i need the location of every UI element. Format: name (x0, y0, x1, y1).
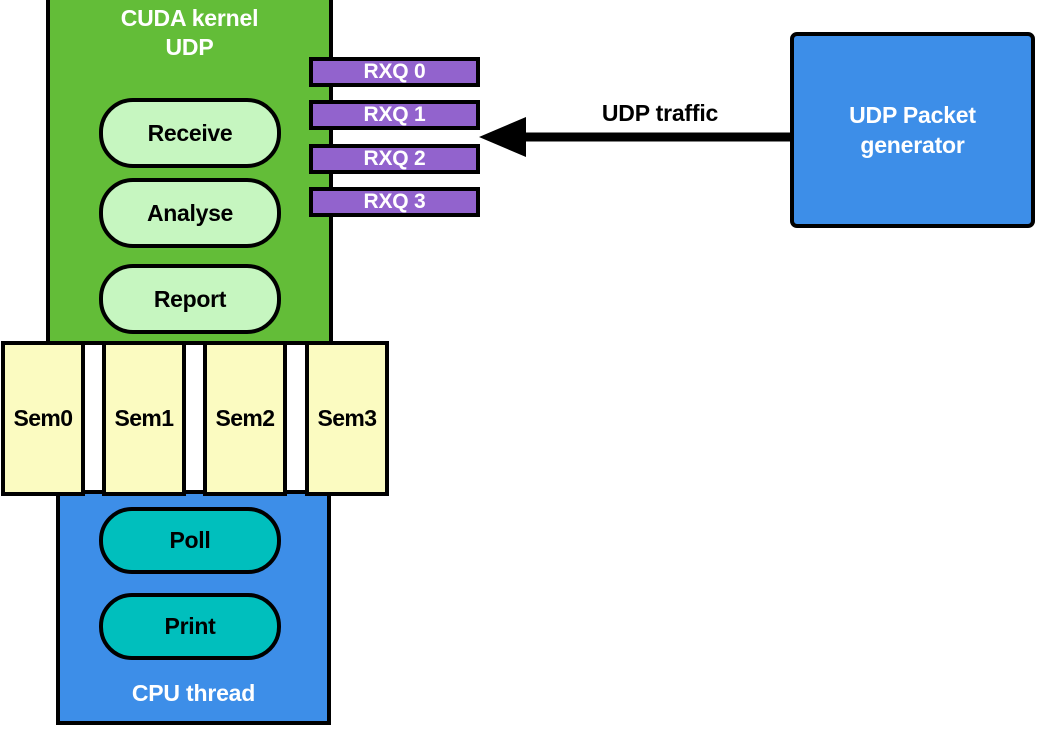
udp-packet-generator-line2: generator (860, 132, 965, 158)
cpu-thread-title: CPU thread (131, 680, 256, 706)
rxq-3[interactable]: RXQ 3 (309, 187, 480, 217)
semaphore-1-label: Sem1 (114, 405, 175, 431)
semaphore-3[interactable]: Sem3 (305, 341, 389, 496)
rxq-2-label: RXQ 2 (363, 147, 426, 170)
stage-node-analyse-label: Analyse (146, 199, 234, 226)
rxq-3-label: RXQ 3 (363, 190, 426, 213)
semaphore-3-label: Sem3 (317, 405, 378, 431)
udp-packet-generator[interactable]: UDP Packet generator (790, 32, 1035, 228)
cuda-kernel-title: CUDA kernel UDP (46, 4, 333, 62)
rxq-2[interactable]: RXQ 2 (309, 144, 480, 174)
rxq-1-label: RXQ 1 (363, 103, 426, 126)
cuda-kernel-title-line1: CUDA kernel (120, 5, 259, 31)
semaphore-2-label: Sem2 (215, 405, 276, 431)
stage-node-receive[interactable]: Receive (99, 98, 281, 168)
rxq-1[interactable]: RXQ 1 (309, 100, 480, 130)
stage-node-report-label: Report (153, 285, 227, 312)
cuda-kernel-title-line2: UDP (165, 34, 214, 60)
cpu-node-print-label: Print (164, 613, 216, 639)
cpu-node-poll[interactable]: Poll (99, 507, 281, 574)
diagram-canvas: CUDA kernel UDP Receive Analyse Report R… (0, 0, 1037, 731)
semaphore-0[interactable]: Sem0 (1, 341, 85, 496)
udp-packet-generator-line1: UDP Packet (849, 102, 976, 128)
stage-node-receive-label: Receive (147, 119, 233, 146)
cpu-node-poll-label: Poll (169, 527, 211, 553)
rxq-0-label: RXQ 0 (363, 60, 426, 83)
semaphore-0-label: Sem0 (13, 405, 74, 431)
semaphore-2[interactable]: Sem2 (203, 341, 287, 496)
stage-node-report[interactable]: Report (99, 264, 281, 334)
rxq-0[interactable]: RXQ 0 (309, 57, 480, 87)
udp-traffic-label: UDP traffic (601, 100, 719, 126)
stage-node-analyse[interactable]: Analyse (99, 178, 281, 248)
semaphore-1[interactable]: Sem1 (102, 341, 186, 496)
cpu-node-print[interactable]: Print (99, 593, 281, 660)
